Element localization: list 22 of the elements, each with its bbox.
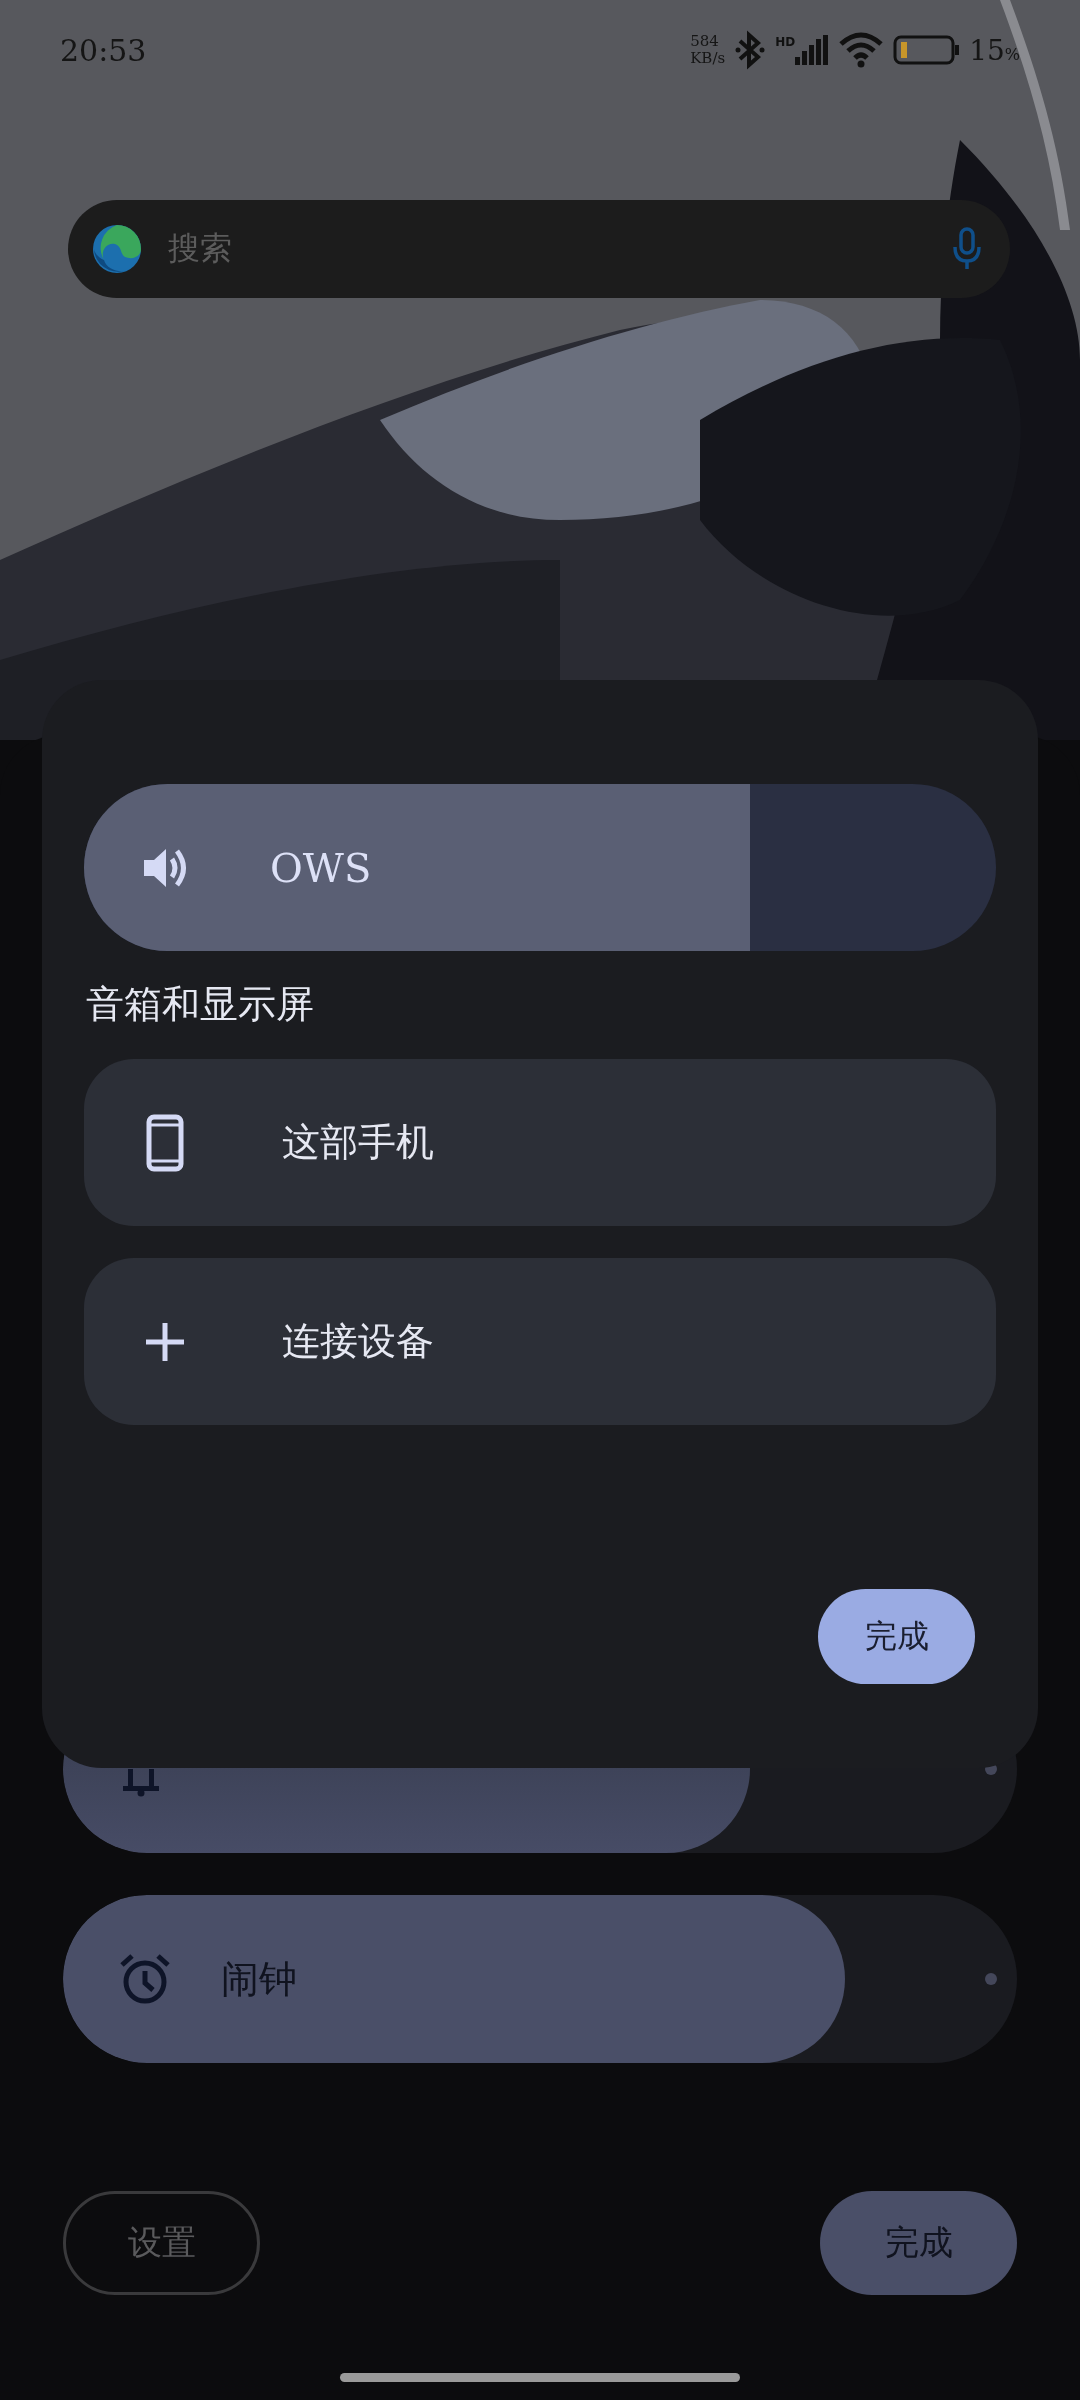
signal-icon <box>795 35 830 65</box>
phone-icon <box>146 1113 184 1172</box>
device-item[interactable]: 连接设备 <box>84 1258 996 1425</box>
bell-icon <box>123 1769 159 1797</box>
section-title: 音箱和显示屏 <box>86 981 315 1028</box>
done-button[interactable]: 完成 <box>818 1589 975 1684</box>
microphone-icon[interactable] <box>952 227 982 271</box>
media-volume-slider[interactable]: OWS <box>84 784 996 951</box>
device-item[interactable]: 这部手机 <box>84 1059 996 1226</box>
browser-logo-icon <box>92 224 142 274</box>
battery-icon <box>893 35 960 65</box>
plus-icon <box>146 1322 184 1361</box>
battery-percent: 15% <box>969 33 1020 67</box>
hd-label: HD <box>775 35 796 49</box>
alarm-clock-icon <box>119 1953 171 2005</box>
clock: 20:53 <box>60 32 147 68</box>
settings-button[interactable]: 设置 <box>63 2191 260 2295</box>
bluetooth-icon <box>735 30 766 70</box>
search-field[interactable]: 搜索 <box>68 200 1010 298</box>
end-dot <box>985 1973 997 1985</box>
wifi-icon <box>839 32 884 68</box>
network-speed: 584 KB/s <box>690 33 726 67</box>
